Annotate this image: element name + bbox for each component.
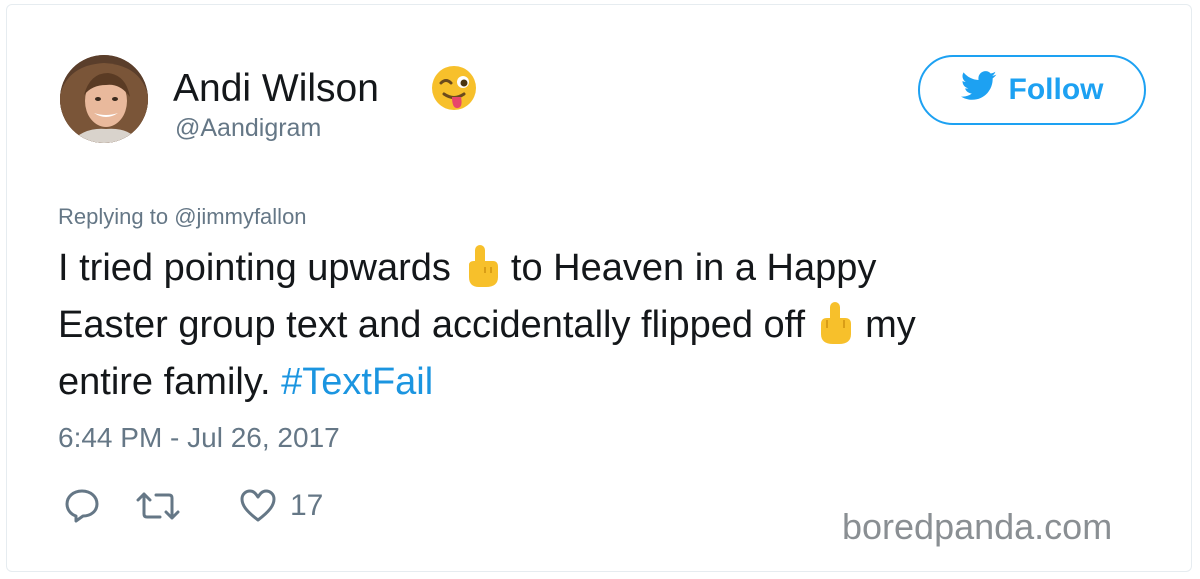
tweet-text-segment: Easter group text and accidentally flipp… [58,304,806,346]
tweet-timestamp[interactable]: 6:44 PM - Jul 26, 2017 [58,422,340,454]
tweet-text-segment: my [865,304,916,346]
tweet-line-1: I tried pointing upwards to Heaven in a … [58,240,1148,297]
follow-button-label: Follow [1008,73,1104,106]
retweet-icon [132,486,184,526]
like-count: 17 [290,489,324,522]
like-button[interactable]: 17 [238,486,323,526]
heart-icon [238,486,278,526]
pointing-up-emoji-icon [459,243,503,289]
replying-to-prefix: Replying to [58,204,175,229]
user-handle[interactable]: @Aandigram [175,114,321,143]
middle-finger-emoji-icon [813,300,857,346]
reply-button[interactable] [62,486,102,526]
winking-face-with-tongue-icon [430,64,478,112]
follow-button[interactable]: Follow [918,55,1146,125]
tweet-text-segment: to Heaven in a Happy [510,247,877,289]
twitter-bird-icon [960,71,997,109]
replying-to-mention-link[interactable]: @jimmyfallon [174,204,306,229]
user-display-name[interactable]: Andi Wilson [173,67,379,111]
tweet-text: I tried pointing upwards to Heaven in a … [58,240,1148,411]
tweet-text-segment: entire family. [58,361,282,403]
tweet-line-3: entire family. #TextFail [58,354,1148,411]
hashtag-link[interactable]: #TextFail [281,361,433,403]
watermark: boredpanda.com [842,506,1113,547]
reply-icon [62,486,102,526]
retweet-button[interactable] [132,486,184,526]
avatar[interactable] [60,55,148,143]
tweet-line-2: Easter group text and accidentally flipp… [58,297,1148,354]
tweet-text-segment: I tried pointing upwards [58,247,451,289]
replying-to: Replying to @jimmyfallon [58,204,307,230]
